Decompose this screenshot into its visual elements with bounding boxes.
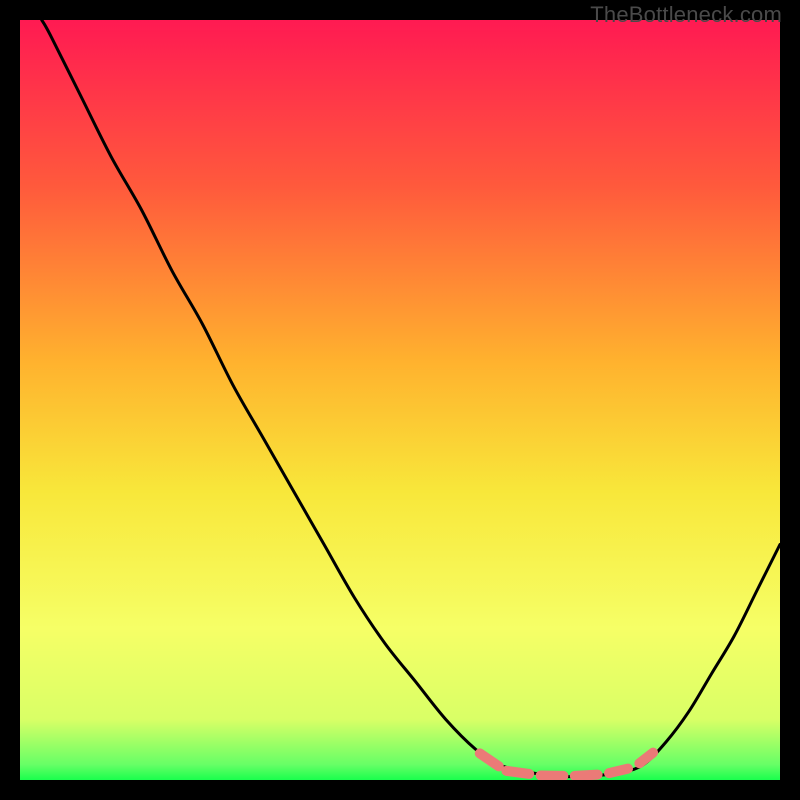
gradient-background bbox=[20, 20, 780, 780]
optimal-dash bbox=[506, 771, 529, 774]
optimal-dash bbox=[575, 775, 598, 776]
chart-container: TheBottleneck.com bbox=[0, 0, 800, 800]
optimal-dash bbox=[609, 769, 628, 774]
bottleneck-curve-plot bbox=[20, 20, 780, 780]
watermark-text: TheBottleneck.com bbox=[590, 2, 782, 28]
plot-area bbox=[20, 20, 780, 780]
